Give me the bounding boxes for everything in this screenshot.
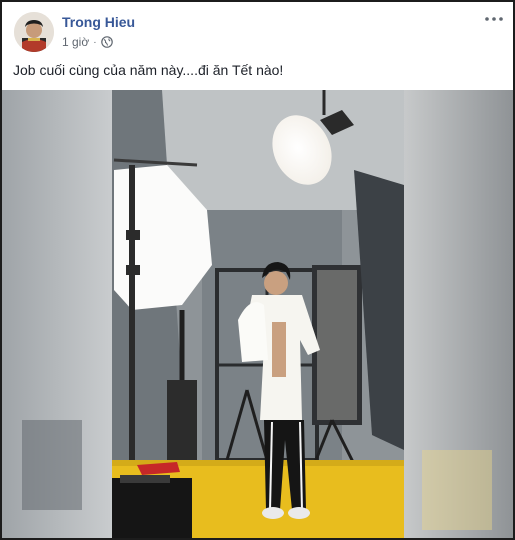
post-time[interactable]: 1 giờ xyxy=(62,35,89,49)
meta-separator: · xyxy=(93,36,97,48)
post-text: Job cuối cùng của năm này....đi ăn Tết n… xyxy=(13,62,284,78)
more-options-icon[interactable] xyxy=(483,10,505,28)
post-header: Trong Hieu 1 giờ · xyxy=(2,2,513,58)
avatar-image xyxy=(14,12,54,52)
globe-icon[interactable] xyxy=(100,36,113,48)
post-meta: 1 giờ · xyxy=(62,35,113,49)
author-name[interactable]: Trong Hieu xyxy=(62,14,135,30)
studio-scene-image xyxy=(2,90,513,538)
post-video[interactable] xyxy=(2,90,513,538)
facebook-post: Trong Hieu 1 giờ · Job cuối cùng của năm… xyxy=(0,0,515,540)
avatar[interactable] xyxy=(14,12,54,52)
